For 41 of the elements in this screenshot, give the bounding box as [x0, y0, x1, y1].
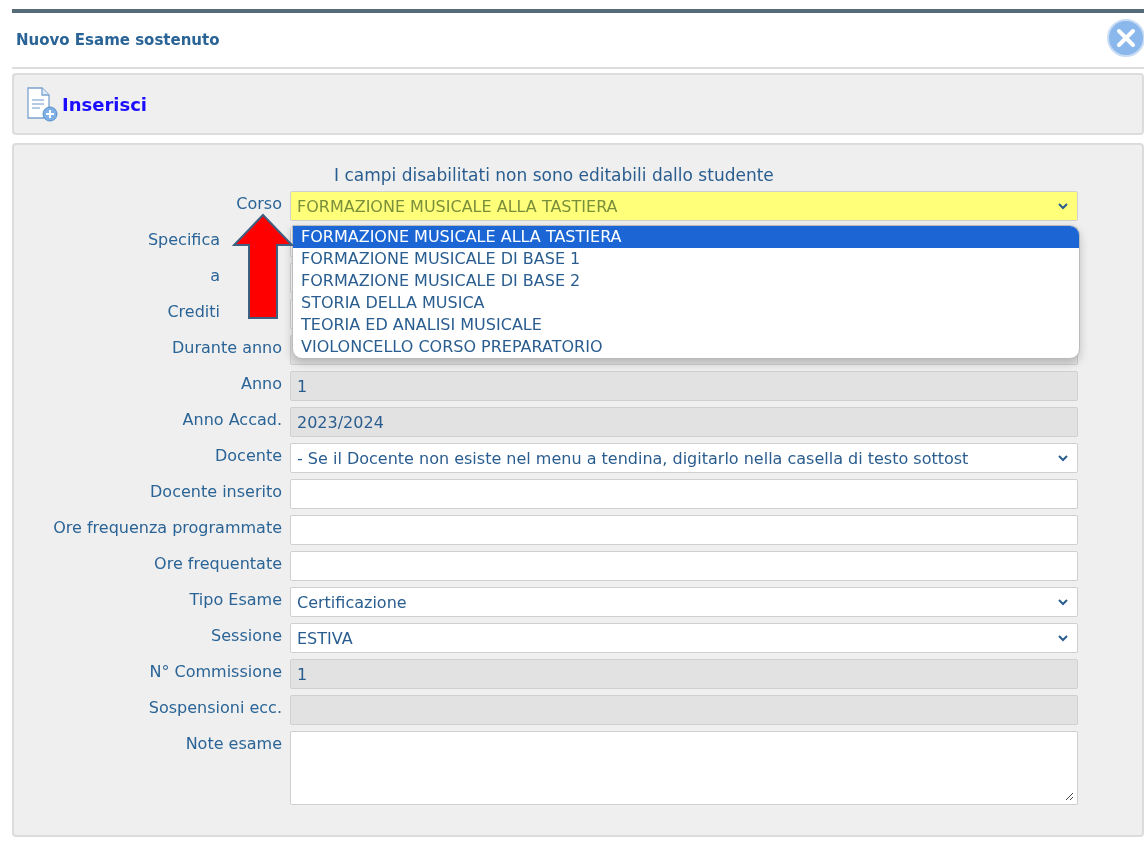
select-field[interactable]: ESTIVA [290, 623, 1078, 653]
field-label: Specifica [146, 229, 221, 250]
chevron-icon [1057, 202, 1069, 210]
field-label: Corso [235, 193, 282, 214]
field-label: Note esame [184, 733, 282, 754]
chevron-icon [1057, 454, 1069, 462]
document-add-icon [24, 86, 60, 122]
notice-text: I campi disabilitati non sono editabili dallo studente [334, 165, 775, 185]
chevron-icon [1057, 634, 1069, 642]
dropdown-option[interactable]: TEORIA ED ANALISI MUSICALE [293, 314, 1079, 336]
field-label: Ore frequentate [153, 553, 282, 574]
field-label: Durante anno [170, 337, 282, 358]
field-label: Docente inserito [149, 481, 282, 502]
close-icon[interactable] [1106, 18, 1144, 58]
dropdown-option[interactable]: FORMAZIONE MUSICALE DI BASE 2 [293, 270, 1079, 292]
field-label: Ore frequenza programmate [52, 517, 282, 538]
input-field[interactable] [290, 479, 1078, 509]
dropdown-option[interactable]: FORMAZIONE MUSICALE DI BASE 1 [293, 248, 1079, 270]
input-field[interactable] [290, 515, 1078, 545]
select-field[interactable]: FORMAZIONE MUSICALE ALLA TASTIERA [290, 191, 1078, 221]
chevron-icon [1057, 598, 1069, 606]
field-label: Sessione [210, 625, 282, 646]
dialog-title: Nuovo Esame sostenuto [15, 31, 220, 49]
select-field[interactable]: - Se il Docente non esiste nel menu a tendina, digitarlo nella casella di testo sottost [290, 443, 1078, 473]
field-label: Anno Accad. [181, 409, 282, 430]
dropdown-option[interactable]: STORIA DELLA MUSICA [293, 292, 1079, 314]
arrow-icon [232, 213, 294, 321]
field-label: Sospensioni ecc. [147, 697, 282, 718]
field-label: N° Commissione [148, 661, 282, 682]
dropdown-option[interactable]: FORMAZIONE MUSICALE ALLA TASTIERA [293, 226, 1079, 248]
text-area[interactable] [290, 731, 1078, 805]
field-label: a [209, 265, 221, 286]
resize-grip-icon [1064, 791, 1074, 801]
dropdown-option[interactable]: VIOLONCELLO CORSO PREPARATORIO [293, 336, 1079, 358]
field-label: Tipo Esame [188, 589, 282, 610]
input-field[interactable] [290, 551, 1078, 581]
field-label: Crediti [166, 301, 221, 322]
field-label: Anno [240, 373, 282, 394]
select-field[interactable]: Certificazione [290, 587, 1078, 617]
field-label: Docente [214, 445, 282, 466]
insert-button[interactable]: Inserisci [24, 86, 148, 122]
